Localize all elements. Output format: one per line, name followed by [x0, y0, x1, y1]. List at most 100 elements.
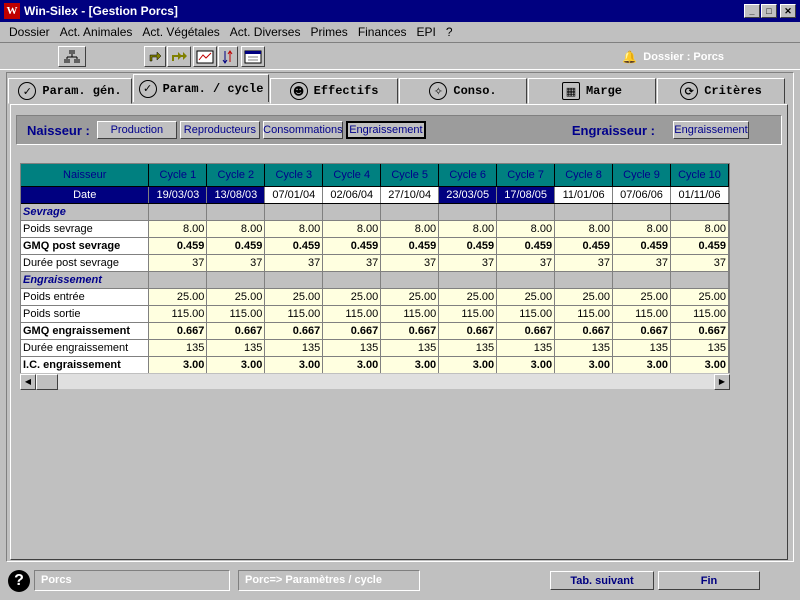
value-cell[interactable]: 115.00 — [322, 305, 382, 323]
value-cell[interactable]: 37 — [496, 254, 556, 272]
value-cell[interactable]: 8.00 — [670, 220, 729, 238]
date-cell[interactable]: 01/11/06 — [670, 186, 729, 204]
date-cell[interactable]: 19/03/03 — [148, 186, 208, 204]
value-cell[interactable]: 8.00 — [612, 220, 671, 238]
value-cell[interactable]: 25.00 — [322, 288, 382, 306]
value-cell[interactable]: 135 — [264, 339, 324, 357]
value-cell[interactable]: 8.00 — [554, 220, 614, 238]
column-header-cycle[interactable]: Cycle 4 — [322, 164, 382, 187]
maximize-button[interactable]: □ — [761, 4, 777, 18]
calendar-icon[interactable] — [241, 46, 265, 67]
value-cell[interactable]: 0.459 — [670, 237, 729, 255]
value-cell[interactable]: 135 — [612, 339, 671, 357]
reproducteurs-button[interactable]: Reproducteurs — [179, 121, 260, 139]
network-icon[interactable] — [58, 46, 86, 67]
column-header-cycle[interactable]: Cycle 7 — [496, 164, 556, 187]
value-cell[interactable]: 135 — [554, 339, 614, 357]
value-cell[interactable]: 37 — [206, 254, 266, 272]
value-cell[interactable]: 8.00 — [148, 220, 208, 238]
value-cell[interactable]: 115.00 — [438, 305, 498, 323]
value-cell[interactable]: 0.459 — [322, 237, 382, 255]
date-cell[interactable]: 23/03/05 — [438, 186, 498, 204]
value-cell[interactable]: 37 — [554, 254, 614, 272]
value-cell[interactable]: 0.667 — [554, 322, 614, 340]
column-header-cycle[interactable]: Cycle 10 — [670, 164, 729, 187]
menu-epi[interactable]: EPI — [412, 25, 441, 39]
value-cell[interactable]: 8.00 — [264, 220, 324, 238]
value-cell[interactable]: 25.00 — [438, 288, 498, 306]
value-cell[interactable]: 115.00 — [264, 305, 324, 323]
value-cell[interactable]: 25.00 — [554, 288, 614, 306]
value-cell[interactable]: 135 — [438, 339, 498, 357]
value-cell[interactable]: 0.459 — [496, 237, 556, 255]
value-cell[interactable]: 0.459 — [264, 237, 324, 255]
value-cell[interactable]: 0.459 — [206, 237, 266, 255]
value-cell[interactable]: 3.00 — [206, 356, 266, 374]
value-cell[interactable]: 37 — [438, 254, 498, 272]
tab-marge[interactable]: ▦ Marge — [528, 78, 656, 104]
date-cell[interactable]: 07/01/04 — [264, 186, 324, 204]
tab-effectifs[interactable]: ☻ Effectifs — [270, 78, 398, 104]
tab-conso[interactable]: ✧ Conso. — [399, 78, 527, 104]
value-cell[interactable]: 135 — [322, 339, 382, 357]
value-cell[interactable]: 3.00 — [554, 356, 614, 374]
value-cell[interactable]: 25.00 — [206, 288, 266, 306]
column-header-cycle[interactable]: Cycle 5 — [380, 164, 440, 187]
value-cell[interactable]: 0.667 — [670, 322, 729, 340]
engraissement-engraisseur-button[interactable]: Engraissement — [672, 121, 749, 139]
value-cell[interactable]: 3.00 — [438, 356, 498, 374]
tab-param-cycle[interactable]: ✓ Param. / cycle — [133, 74, 269, 102]
value-cell[interactable]: 0.459 — [148, 237, 208, 255]
value-cell[interactable]: 8.00 — [380, 220, 440, 238]
column-header-cycle[interactable]: Cycle 3 — [264, 164, 324, 187]
value-cell[interactable]: 8.00 — [206, 220, 266, 238]
date-cell[interactable]: 17/08/05 — [496, 186, 556, 204]
value-cell[interactable]: 135 — [206, 339, 266, 357]
value-cell[interactable]: 8.00 — [438, 220, 498, 238]
value-cell[interactable]: 3.00 — [380, 356, 440, 374]
forward-icon[interactable] — [144, 46, 166, 67]
engraissement-naisseur-button[interactable]: Engraissement — [345, 121, 426, 139]
value-cell[interactable]: 115.00 — [612, 305, 671, 323]
column-header-cycle[interactable]: Cycle 6 — [438, 164, 498, 187]
menu-act-vegetales[interactable]: Act. Végétales — [137, 25, 224, 39]
value-cell[interactable]: 0.459 — [438, 237, 498, 255]
sort-icon[interactable] — [218, 46, 238, 67]
column-header-cycle[interactable]: Cycle 2 — [206, 164, 266, 187]
menu-act-animales[interactable]: Act. Animales — [55, 25, 138, 39]
value-cell[interactable]: 37 — [322, 254, 382, 272]
value-cell[interactable]: 0.459 — [380, 237, 440, 255]
value-cell[interactable]: 8.00 — [496, 220, 556, 238]
value-cell[interactable]: 25.00 — [148, 288, 208, 306]
chart-icon[interactable] — [193, 46, 217, 67]
forward-all-icon[interactable] — [167, 46, 191, 67]
close-button[interactable]: ✕ — [780, 4, 796, 18]
value-cell[interactable]: 25.00 — [670, 288, 729, 306]
column-header-cycle[interactable]: Cycle 8 — [554, 164, 614, 187]
value-cell[interactable]: 0.667 — [264, 322, 324, 340]
value-cell[interactable]: 115.00 — [496, 305, 556, 323]
value-cell[interactable]: 37 — [264, 254, 324, 272]
data-grid[interactable]: Naisseur Cycle 1 Cycle 2 Cycle 3 Cycle 4 Cycl… — [20, 163, 730, 389]
menu-finances[interactable]: Finances — [353, 25, 412, 39]
value-cell[interactable]: 3.00 — [496, 356, 556, 374]
next-tab-button[interactable]: Tab. suivant — [550, 571, 654, 590]
tab-criteres[interactable]: ⟳ Critères — [657, 78, 785, 104]
value-cell[interactable]: 8.00 — [322, 220, 382, 238]
value-cell[interactable]: 0.667 — [148, 322, 208, 340]
value-cell[interactable]: 3.00 — [148, 356, 208, 374]
menu-primes[interactable]: Primes — [305, 25, 352, 39]
value-cell[interactable]: 0.459 — [554, 237, 614, 255]
help-icon[interactable]: ? — [8, 570, 30, 592]
value-cell[interactable]: 25.00 — [380, 288, 440, 306]
date-cell[interactable]: 13/08/03 — [206, 186, 266, 204]
value-cell[interactable]: 37 — [148, 254, 208, 272]
value-cell[interactable]: 135 — [670, 339, 729, 357]
horizontal-scrollbar[interactable]: ◀ ▶ — [20, 373, 730, 390]
value-cell[interactable]: 0.667 — [380, 322, 440, 340]
date-cell[interactable]: 11/01/06 — [554, 186, 614, 204]
value-cell[interactable]: 3.00 — [264, 356, 324, 374]
scroll-left-icon[interactable]: ◀ — [20, 374, 36, 390]
value-cell[interactable]: 115.00 — [380, 305, 440, 323]
menu-dossier[interactable]: Dossier — [4, 25, 55, 39]
